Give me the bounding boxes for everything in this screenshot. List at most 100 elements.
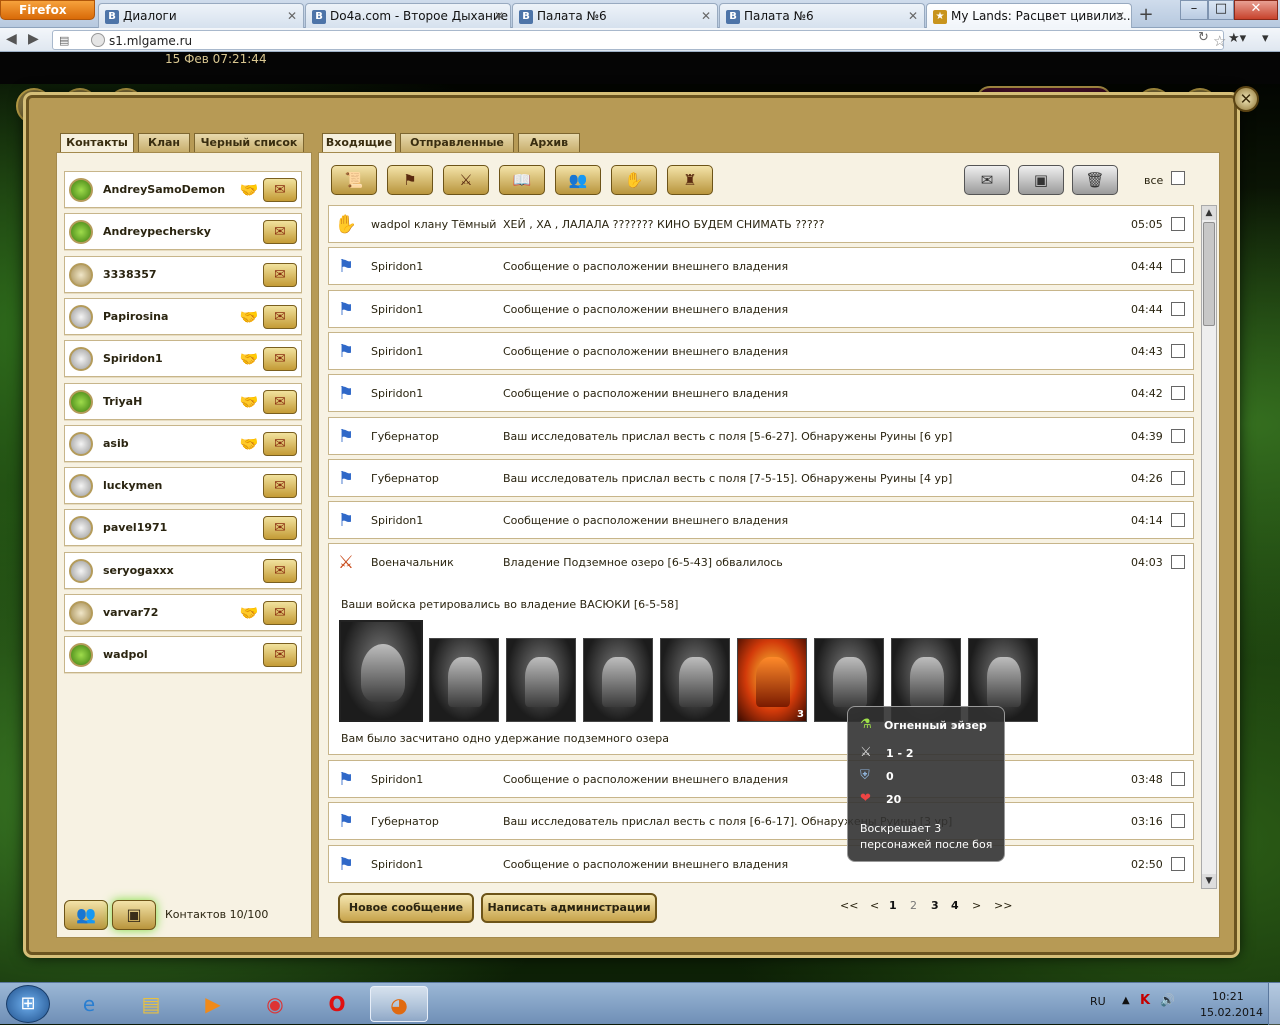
pager-page-3[interactable]: 3 bbox=[931, 899, 939, 912]
tab-dialogs[interactable]: В Диалоги ✕ bbox=[98, 3, 304, 28]
contact-name[interactable]: TriyaH bbox=[103, 395, 142, 408]
send-mail-button[interactable]: ✉ bbox=[263, 643, 297, 668]
message-row[interactable]: ⚑ Spiridon1 Сообщение о расположении внешн… bbox=[328, 289, 1194, 328]
contact-item[interactable]: Spiridon1 🤝 ✉ bbox=[64, 340, 302, 378]
send-mail-button[interactable]: ✉ bbox=[263, 558, 297, 583]
send-mail-button[interactable]: ✉ bbox=[263, 389, 297, 414]
contact-name[interactable]: Spiridon1 bbox=[103, 352, 163, 365]
message-checkbox[interactable] bbox=[1171, 470, 1185, 485]
send-mail-button[interactable]: ✉ bbox=[263, 601, 297, 625]
filter-scroll-button[interactable]: 📜 bbox=[331, 165, 377, 195]
message-row[interactable]: ⚑ Губернатор Ваш исследователь прислал вес… bbox=[328, 802, 1194, 841]
send-mail-button[interactable]: ✉ bbox=[263, 220, 297, 245]
message-row[interactable]: ⚑ Spiridon1 Сообщение о расположении внешн… bbox=[328, 844, 1194, 883]
message-checkbox[interactable] bbox=[1171, 428, 1185, 443]
message-checkbox[interactable] bbox=[1171, 555, 1185, 569]
firefox-icon[interactable]: ◕ bbox=[370, 986, 428, 1022]
contact-name[interactable]: AndreySamoDemon bbox=[103, 183, 225, 196]
new-tab-button[interactable]: + bbox=[1134, 4, 1158, 26]
show-desktop-button[interactable] bbox=[1268, 983, 1280, 1025]
message-checkbox[interactable] bbox=[1171, 217, 1185, 231]
pager-page-4[interactable]: 4 bbox=[951, 899, 959, 912]
pager-page-1[interactable]: 1 bbox=[889, 899, 897, 912]
pager-page-2[interactable]: 2 bbox=[910, 899, 917, 912]
minimize-button[interactable]: – bbox=[1180, 0, 1208, 20]
message-row[interactable]: ✋ wadpol клану Тёмный ХЕЙ , ХА , ЛАЛАЛА ??… bbox=[328, 205, 1194, 243]
contact-item[interactable]: seryogaxxx ✉ bbox=[64, 551, 302, 589]
archive-button[interactable]: ▣ bbox=[1018, 165, 1064, 195]
filter-battle-button[interactable]: ⚔ bbox=[443, 165, 489, 195]
chest-button[interactable]: ▣ bbox=[112, 900, 156, 930]
tab-archive[interactable]: Архив bbox=[518, 133, 580, 152]
filter-governor-button[interactable]: ♜ bbox=[667, 165, 713, 195]
message-row[interactable]: ⚑ Spiridon1 Сообщение о расположении внешн… bbox=[328, 331, 1194, 370]
firefox-menu-button[interactable]: Firefox bbox=[0, 0, 95, 20]
chrome-icon[interactable]: ◉ bbox=[246, 986, 304, 1022]
send-mail-button[interactable]: ✉ bbox=[263, 347, 297, 372]
tab-palata-2[interactable]: В Палата №6 ✕ bbox=[719, 3, 925, 28]
contact-item[interactable]: 3338357 ✉ bbox=[64, 255, 302, 293]
message-checkbox[interactable] bbox=[1171, 343, 1185, 358]
expanded-message[interactable]: ⚔ Военачальник Владение Подземное озеро … bbox=[328, 543, 1194, 755]
bookmarks-menu-icon[interactable]: ★▾ bbox=[1228, 31, 1246, 46]
contact-name[interactable]: wadpol bbox=[103, 648, 148, 661]
unit-demon-portrait[interactable] bbox=[339, 620, 423, 722]
pager-first[interactable]: << bbox=[840, 899, 858, 912]
message-row[interactable]: ⚑ Губернатор Ваш исследователь прислал вес… bbox=[328, 416, 1194, 455]
close-tab-icon[interactable]: ✕ bbox=[1115, 9, 1125, 23]
url-text[interactable]: s1.mlgame.ru bbox=[109, 34, 192, 48]
pager-last[interactable]: >> bbox=[994, 899, 1012, 912]
url-bar[interactable]: ▤ s1.mlgame.ru ☆ bbox=[52, 30, 1226, 50]
group-contacts-button[interactable]: 👥 bbox=[64, 900, 108, 930]
filter-alliance-button[interactable]: ✋ bbox=[611, 165, 657, 195]
scroll-down-icon[interactable]: ▼ bbox=[1202, 874, 1216, 888]
tray-expand-icon[interactable]: ▲ bbox=[1122, 995, 1130, 1006]
message-row[interactable]: ⚑ Spiridon1 Сообщение о расположении внешн… bbox=[328, 760, 1194, 798]
mark-read-button[interactable]: ✉ bbox=[964, 165, 1010, 195]
close-tab-icon[interactable]: ✕ bbox=[908, 9, 918, 23]
media-player-icon[interactable]: ▶ bbox=[184, 986, 242, 1022]
navbar-overflow-icon[interactable]: ▾ bbox=[1262, 31, 1269, 46]
ie-icon[interactable]: e bbox=[60, 986, 118, 1022]
back-icon[interactable]: ◀ bbox=[6, 31, 17, 47]
pager-next[interactable]: > bbox=[972, 899, 981, 912]
new-message-button[interactable]: Новое сообщение bbox=[338, 893, 474, 923]
tab-mylands[interactable]: ★ My Lands: Расцвет цивилиз... ✕ bbox=[926, 3, 1132, 28]
message-row[interactable]: ⚑ Spiridon1 Сообщение о расположении внешн… bbox=[328, 374, 1194, 413]
unit-gargoyle[interactable] bbox=[583, 638, 653, 722]
message-checkbox[interactable] bbox=[1171, 386, 1185, 401]
bookmark-star-icon[interactable]: ☆ bbox=[1213, 32, 1226, 50]
contact-name[interactable]: pavel1971 bbox=[103, 521, 167, 534]
message-checkbox[interactable] bbox=[1171, 772, 1185, 786]
unit-dark-dragon[interactable] bbox=[429, 638, 499, 722]
clock-time[interactable]: 10:21 bbox=[1212, 990, 1244, 1003]
close-tab-icon[interactable]: ✕ bbox=[494, 9, 504, 23]
contact-item[interactable]: TriyaH 🤝 ✉ bbox=[64, 382, 302, 420]
message-checkbox[interactable] bbox=[1171, 814, 1185, 829]
message-checkbox[interactable] bbox=[1171, 301, 1185, 316]
contact-name[interactable]: asib bbox=[103, 437, 129, 450]
opera-icon[interactable]: O bbox=[308, 986, 366, 1022]
contact-name[interactable]: luckymen bbox=[103, 479, 162, 492]
filter-people-button[interactable]: 👥 bbox=[555, 165, 601, 195]
contact-item[interactable]: asib 🤝 ✉ bbox=[64, 424, 302, 462]
clock-date[interactable]: 15.02.2014 bbox=[1200, 1006, 1263, 1019]
language-indicator[interactable]: RU bbox=[1090, 995, 1106, 1008]
tab-inbox[interactable]: Входящие bbox=[322, 133, 396, 154]
contact-item[interactable]: wadpol ✉ bbox=[64, 636, 302, 674]
delete-button[interactable]: 🗑 bbox=[1072, 165, 1118, 195]
unit-fire-elemental[interactable]: 3 bbox=[737, 638, 807, 722]
send-mail-button[interactable]: ✉ bbox=[263, 474, 297, 499]
message-checkbox[interactable] bbox=[1171, 513, 1185, 528]
messages-scrollbar[interactable]: ▲ ▼ bbox=[1201, 205, 1217, 889]
forward-icon[interactable]: ▶ bbox=[28, 31, 39, 47]
filter-book-button[interactable]: 📖 bbox=[499, 165, 545, 195]
contact-item[interactable]: pavel1971 ✉ bbox=[64, 509, 302, 547]
contact-name[interactable]: 3338357 bbox=[103, 268, 157, 281]
close-window-button[interactable]: ✕ bbox=[1234, 0, 1278, 20]
send-mail-button[interactable]: ✉ bbox=[263, 304, 297, 329]
contact-item[interactable]: varvar72 🤝 ✉ bbox=[64, 594, 302, 631]
antivirus-icon[interactable]: K bbox=[1140, 993, 1150, 1008]
contact-name[interactable]: varvar72 bbox=[103, 606, 158, 619]
send-mail-button[interactable]: ✉ bbox=[263, 262, 297, 287]
